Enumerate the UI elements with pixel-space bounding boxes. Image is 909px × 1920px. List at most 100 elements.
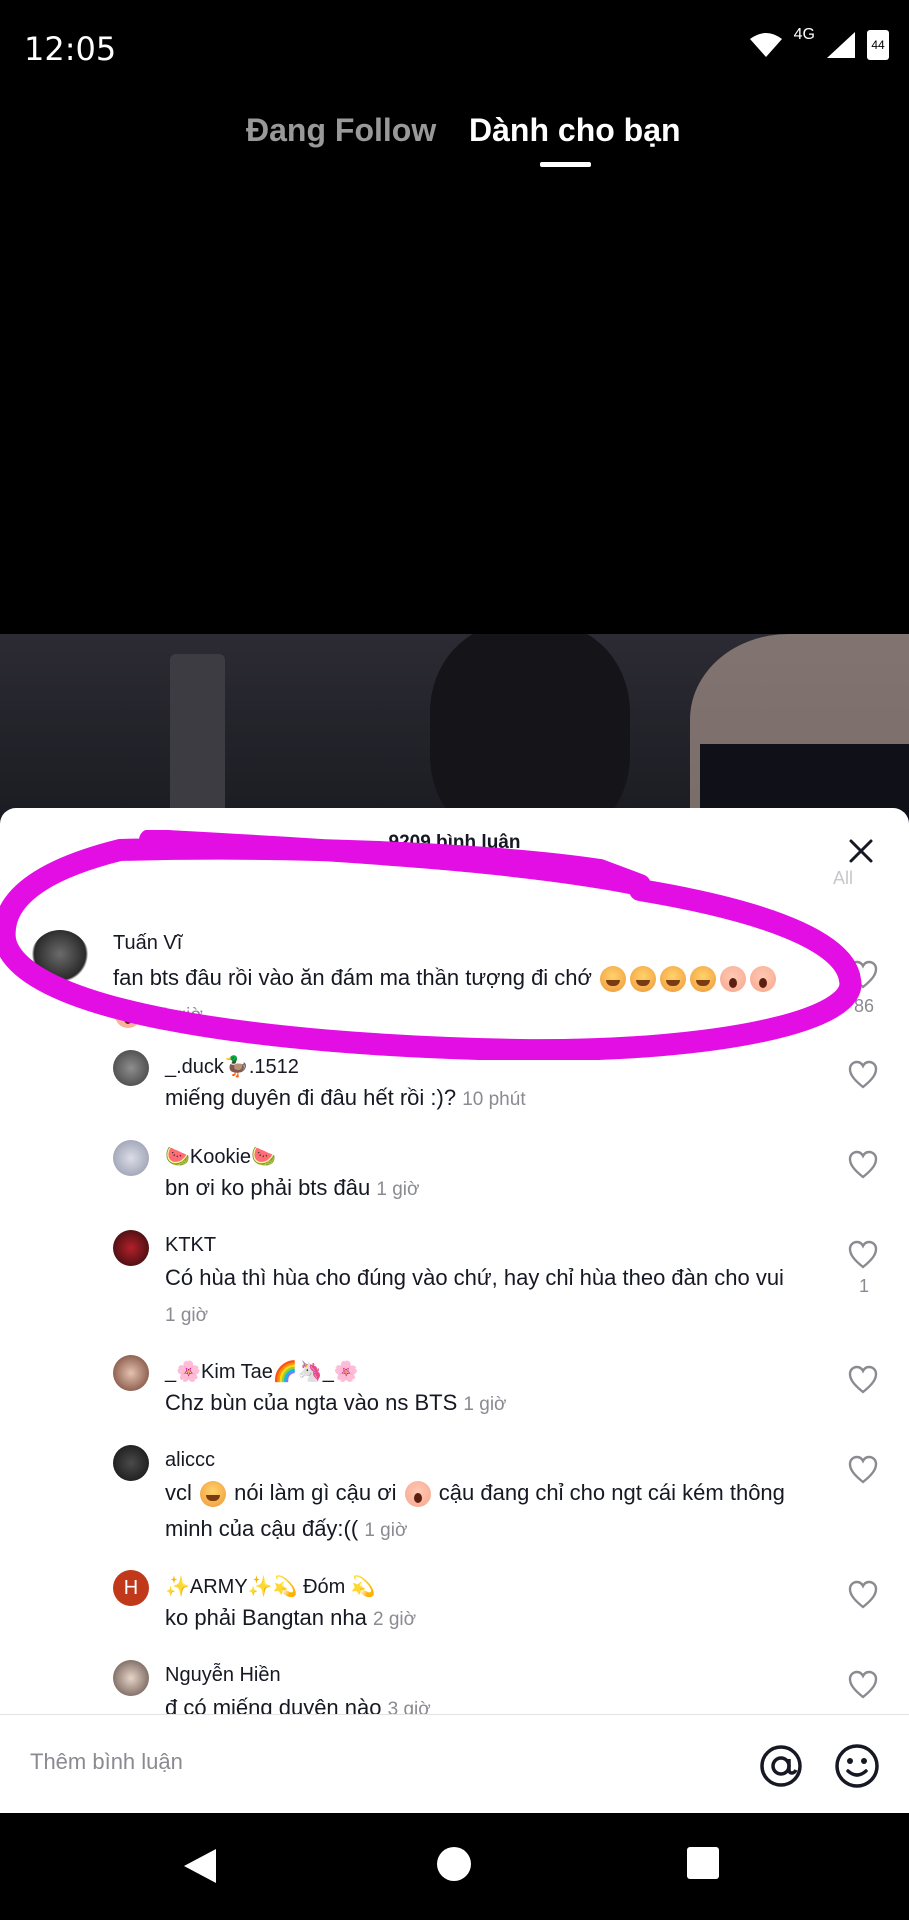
avatar-letter: H	[123, 1577, 139, 1599]
tab-for-you[interactable]: Dành cho bạn	[469, 112, 681, 149]
comment-time: 1 giờ	[165, 1305, 209, 1326]
comment-reply-item: _🌸Kim Tae🌈🦄_🌸 Chz bùn của ngta vào ns BT…	[0, 1343, 909, 1433]
comment-text: Có hùa thì hùa cho đúng vào chứ, hay chỉ…	[165, 1260, 820, 1334]
username-part: Đóm	[303, 1576, 346, 1598]
heart-icon[interactable]	[848, 960, 878, 990]
comment-input[interactable]: Thêm bình luận	[30, 1749, 183, 1775]
dizzy-emoji-icon: 💫	[272, 1576, 298, 1598]
laughing-emoji-icon	[690, 966, 717, 993]
network-label: 4G	[793, 26, 815, 43]
username-part: Kookie	[189, 1146, 252, 1168]
laughing-emoji-icon	[200, 1481, 227, 1508]
laughing-emoji-icon	[630, 966, 657, 993]
video-player[interactable]	[0, 634, 909, 824]
comment-item: Tuấn Vĩ fan bts đâu rồi vào ăn đám ma th…	[0, 918, 909, 1038]
comment-username[interactable]: Tuấn Vĩ	[113, 932, 182, 955]
dizzy-emoji-icon: 💫	[350, 1576, 376, 1598]
shocked-emoji-icon	[115, 1002, 141, 1029]
video-frame-element	[170, 654, 225, 824]
battery-icon: 44	[867, 30, 889, 60]
close-icon[interactable]	[846, 836, 876, 866]
comment-time: 2 giờ	[372, 1609, 417, 1630]
like-count: 86	[853, 996, 875, 1016]
heart-icon[interactable]	[848, 1365, 878, 1395]
comment-text: bn ơi ko phải bts đâu 1 giờ	[165, 1170, 805, 1208]
heart-icon[interactable]	[848, 1150, 878, 1180]
duck-emoji-icon: 🦆	[223, 1056, 249, 1078]
avatar[interactable]	[113, 1230, 149, 1266]
flower-emoji-icon: 🌸	[333, 1361, 359, 1383]
username-part: _	[322, 1361, 334, 1383]
avatar[interactable]: H	[113, 1570, 149, 1606]
comment-text: ko phải Bangtan nha 2 giờ	[165, 1600, 805, 1638]
shocked-emoji-icon	[404, 1481, 431, 1508]
comment-reply-item: H ✨ARMY✨💫 Đóm 💫 ko phải Bangtan nha 2 gi…	[0, 1558, 909, 1648]
username-part: _	[165, 1361, 177, 1383]
comment-time: 1 giờ	[376, 1179, 420, 1200]
username-part: Kim Tae	[201, 1361, 273, 1383]
watermelon-emoji-icon: 🍉	[251, 1146, 276, 1168]
shocked-emoji-icon	[720, 966, 747, 993]
username-part: _.duck	[165, 1056, 224, 1078]
back-icon[interactable]	[182, 1847, 218, 1885]
username-part: ✨ARMY✨	[165, 1576, 273, 1598]
comment-text-content: Có hùa thì hùa cho đúng vào chứ, hay chỉ…	[165, 1265, 784, 1290]
comment-username[interactable]: _🌸Kim Tae🌈🦄_🌸	[165, 1359, 359, 1384]
comment-count-title: 9209 bình luận	[388, 832, 521, 853]
wifi-icon	[749, 33, 782, 57]
username-part: .1512	[248, 1056, 299, 1078]
shocked-emoji-icon	[750, 966, 777, 993]
heart-icon[interactable]	[848, 1060, 878, 1090]
feed-tabs: Đang Follow Dành cho bạn	[0, 108, 909, 178]
avatar[interactable]	[113, 1050, 149, 1086]
comment-username[interactable]: KTKT	[165, 1234, 216, 1257]
video-frame-element	[430, 634, 630, 824]
emoji-icon[interactable]	[834, 1743, 880, 1789]
watermelon-emoji-icon: 🍉	[165, 1146, 190, 1168]
status-icons: 4G 44	[748, 26, 889, 60]
signal-icon	[827, 32, 855, 58]
comment-text-content: bn ơi ko phải bts đâu	[165, 1175, 371, 1200]
avatar[interactable]	[30, 930, 90, 990]
recent-apps-icon[interactable]	[687, 1847, 719, 1879]
laughing-emoji-icon	[660, 966, 687, 993]
flower-emoji-icon: 🌸	[176, 1361, 202, 1383]
comment-username[interactable]: _.duck🦆.1512	[165, 1054, 299, 1079]
comment-text: Chz bùn của ngta vào ns BTS 1 giờ	[165, 1385, 805, 1423]
active-tab-indicator	[540, 162, 591, 167]
comment-reply-item: KTKT Có hùa thì hùa cho đúng vào chứ, ha…	[0, 1218, 909, 1343]
heart-icon[interactable]	[848, 1240, 878, 1270]
all-label: All	[833, 868, 854, 888]
comment-text: fan bts đâu rồi vào ăn đám ma thần tượng…	[113, 960, 803, 1034]
comment-username[interactable]: ✨ARMY✨💫 Đóm 💫	[165, 1574, 376, 1599]
mention-icon[interactable]	[758, 1743, 804, 1789]
comment-text-content: nói làm gì cậu ơi	[234, 1480, 397, 1505]
comment-time: 1 giờ	[463, 1394, 507, 1415]
laughing-emoji-icon	[600, 966, 627, 993]
avatar[interactable]	[113, 1140, 149, 1176]
battery-level: 44	[871, 38, 885, 52]
android-nav-bar	[0, 1813, 909, 1920]
comment-username[interactable]: 🍉Kookie🍉	[165, 1144, 276, 1169]
like-count: 1	[858, 1276, 869, 1296]
heart-icon[interactable]	[848, 1670, 878, 1700]
comment-text-content: miếng duyên đi đâu hết rồi :)?	[165, 1085, 457, 1110]
status-bar: 12:05 4G 44	[0, 0, 909, 100]
comment-text: vcl nói làm gì cậu ơi cậu đang chỉ cho n…	[165, 1475, 820, 1549]
tab-following[interactable]: Đang Follow	[246, 112, 436, 149]
home-icon[interactable]	[437, 1847, 471, 1881]
comment-input-bar: Thêm bình luận	[0, 1714, 909, 1814]
comment-time: 1 giờ	[364, 1520, 408, 1541]
comment-reply-item: aliccc vcl nói làm gì cậu ơi cậu đang ch…	[0, 1433, 909, 1558]
heart-icon[interactable]	[848, 1455, 878, 1485]
avatar[interactable]	[113, 1355, 149, 1391]
avatar[interactable]	[113, 1445, 149, 1481]
heart-icon[interactable]	[848, 1580, 878, 1610]
avatar[interactable]	[113, 1660, 149, 1696]
status-time: 12:05	[24, 30, 117, 68]
comment-username[interactable]: aliccc	[165, 1449, 215, 1472]
comment-username[interactable]: Nguyễn Hiền	[165, 1664, 281, 1687]
rainbow-emoji-icon: 🌈	[272, 1361, 298, 1383]
comment-text-content: Chz bùn của ngta vào ns BTS	[165, 1390, 458, 1415]
comments-sheet: 9209 bình luận All Tuấn Vĩ fan bts đâu r…	[0, 808, 909, 1813]
